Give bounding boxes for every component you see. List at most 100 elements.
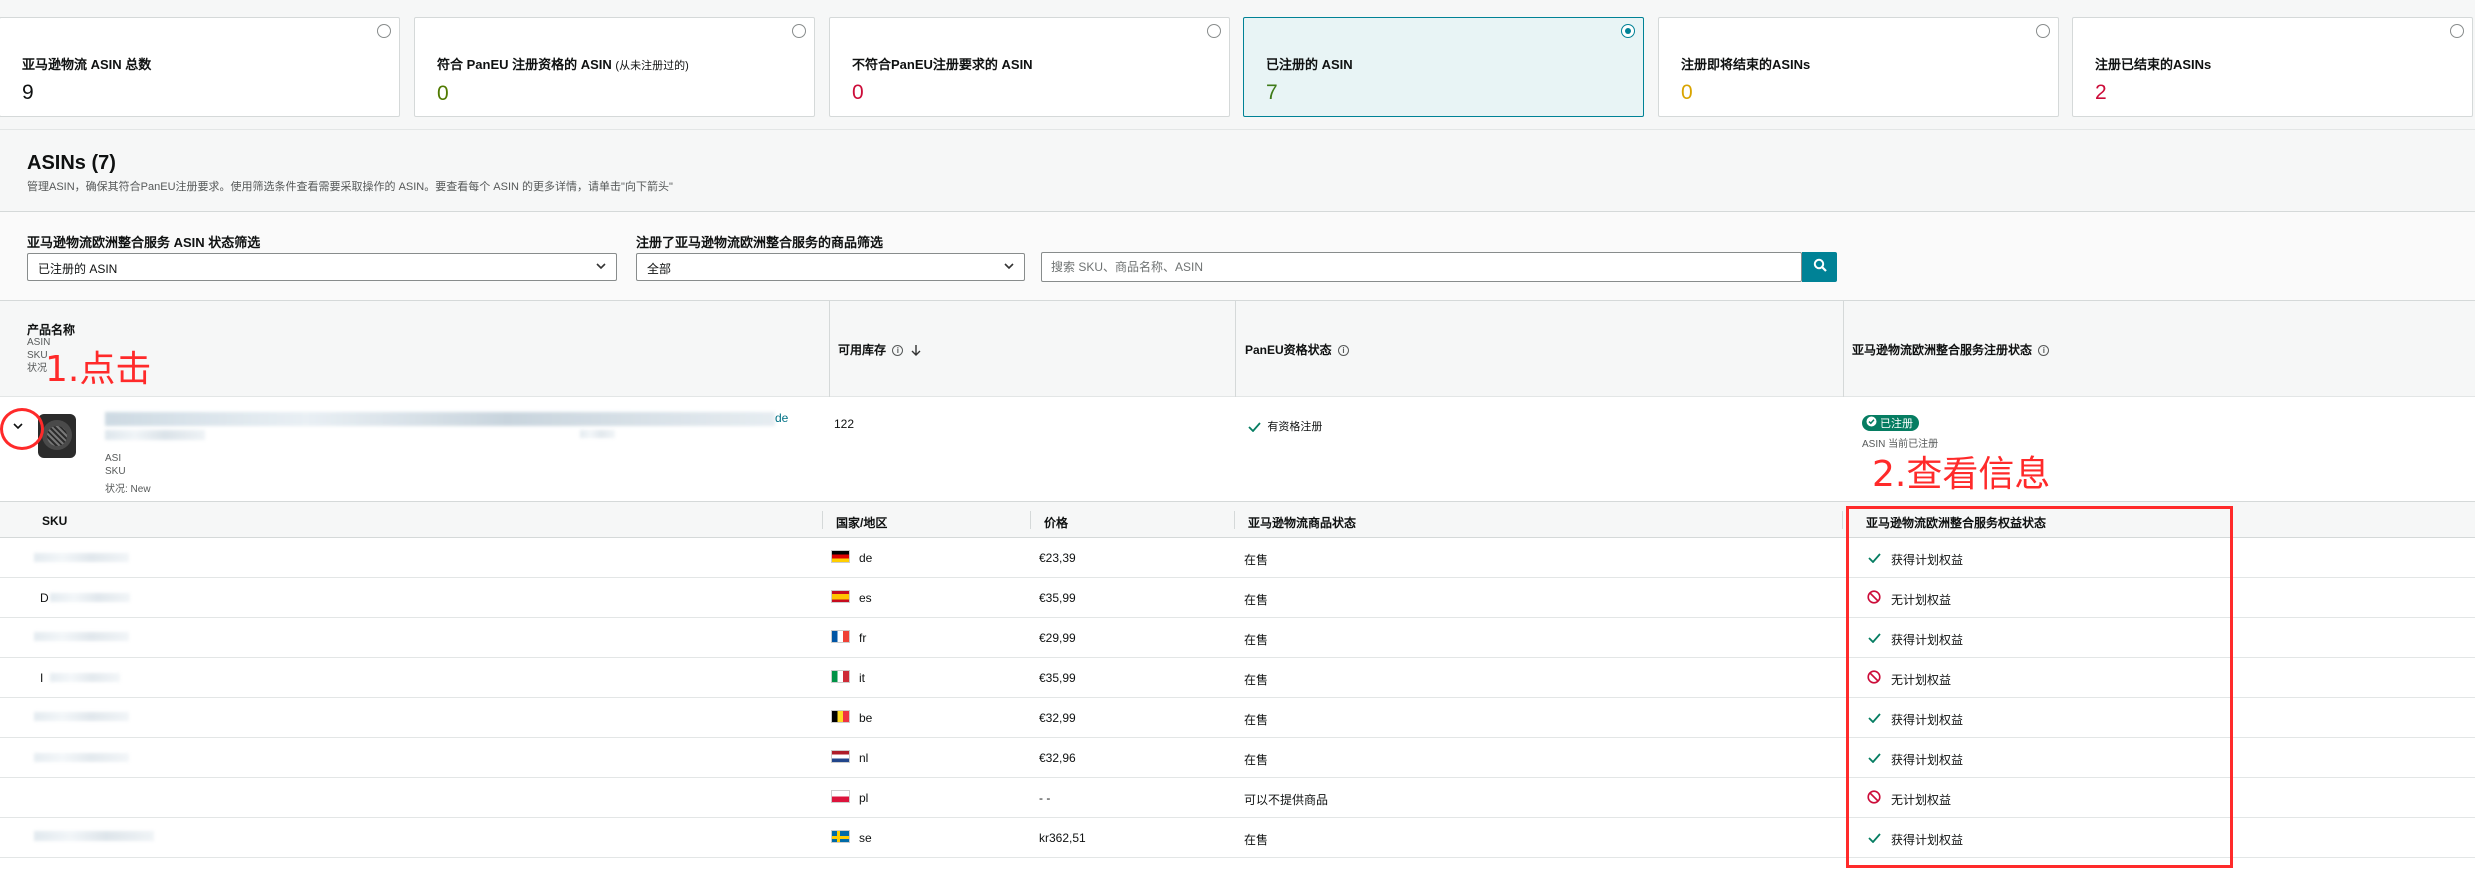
sort-down-arrow-icon[interactable]: [907, 343, 921, 357]
summary-cards-bar: 亚马逊物流 ASIN 总数 9 符合 PanEU 注册资格的 ASIN (从未注…: [0, 0, 2475, 130]
asins-section-header: ASINs (7) 管理ASIN，确保其符合PanEU注册要求。使用筛选条件查看…: [0, 130, 2475, 212]
row-country: fr: [859, 631, 867, 645]
flag-de-icon: [831, 550, 850, 563]
col-listing-status: 亚马逊物流商品状态: [1248, 516, 1357, 530]
row-listing-status: 在售: [1244, 553, 1269, 567]
column-divider: [1234, 511, 1235, 529]
row-listing-status: 在售: [1244, 633, 1269, 647]
col-available-stock-label: 可用库存: [838, 343, 887, 357]
flag-pl-icon: [831, 790, 850, 803]
card-value: 0: [437, 82, 449, 105]
product-filter-value: 全部: [647, 262, 672, 276]
col-available-stock[interactable]: 可用库存 i: [838, 341, 921, 358]
flag-it-icon: [831, 670, 850, 683]
row-country: nl: [859, 751, 869, 765]
info-icon[interactable]: i: [2038, 345, 2050, 357]
product-stock: 122: [834, 417, 855, 431]
card-radio[interactable]: [792, 24, 806, 38]
asin-table-header: 产品名称 ASIN SKU 状况 可用库存 i PanEU资格状态 i 亚马逊物…: [0, 301, 2475, 397]
row-price: €35,99: [1039, 671, 1076, 685]
sku-redacted: [50, 593, 130, 602]
card-radio[interactable]: [377, 24, 391, 38]
chevron-down-icon: [596, 260, 606, 274]
annotation-step2: 2.查看信息: [1872, 454, 2051, 495]
status-filter-label: 亚马逊物流欧洲整合服务 ASIN 状态筛选: [27, 235, 261, 250]
card-value: 9: [22, 81, 34, 104]
card-label: 已注册的 ASIN: [1266, 57, 1353, 72]
col-paneu-status: PanEU资格状态 i: [1245, 341, 1350, 358]
column-divider: [1030, 511, 1031, 529]
card-label: 亚马逊物流 ASIN 总数: [22, 57, 152, 72]
card-ended-asins[interactable]: 注册已结束的ASINs 2: [2072, 17, 2473, 117]
col-paneu-status-label: PanEU资格状态: [1245, 343, 1332, 357]
row-country: es: [859, 591, 872, 605]
checkmark-icon: [1248, 419, 1264, 433]
row-price: €23,39: [1039, 551, 1076, 565]
card-value: 7: [1266, 81, 1278, 104]
card-eligible-asins[interactable]: 符合 PanEU 注册资格的 ASIN (从未注册过的) 0: [414, 17, 815, 117]
column-divider: [1842, 511, 1843, 529]
product-filter-select[interactable]: 全部: [636, 253, 1025, 281]
column-divider: [829, 301, 830, 397]
product-thumbnail[interactable]: [38, 414, 76, 458]
row-price: - -: [1039, 791, 1051, 805]
card-total-asins[interactable]: 亚马逊物流 ASIN 总数 9: [0, 17, 400, 117]
product-link-redacted: [580, 430, 615, 438]
card-radio[interactable]: [2450, 24, 2464, 38]
row-listing-status: 在售: [1244, 673, 1269, 687]
info-icon[interactable]: i: [1338, 345, 1350, 357]
column-divider: [822, 511, 823, 529]
card-radio[interactable]: [2036, 24, 2050, 38]
row-country: se: [859, 831, 872, 845]
info-icon[interactable]: i: [892, 345, 904, 357]
card-label: 符合 PanEU 注册资格的 ASIN: [437, 57, 612, 72]
column-divider: [1843, 301, 1844, 397]
flag-nl-icon: [831, 750, 850, 763]
asins-description: 管理ASIN，确保其符合PanEU注册要求。使用筛选条件查看需要采取操作的 AS…: [27, 181, 673, 193]
row-listing-status: 在售: [1244, 713, 1269, 727]
flag-es-icon: [831, 590, 850, 603]
card-radio[interactable]: [1207, 24, 1221, 38]
col-product-sub-condition: 状况: [27, 363, 47, 374]
card-ending-asins[interactable]: 注册即将结束的ASINs 0: [1658, 17, 2059, 117]
card-value: 0: [852, 81, 864, 104]
product-condition: 状况: New: [105, 484, 151, 495]
row-country: it: [859, 671, 865, 685]
col-sku: SKU: [42, 514, 68, 528]
sku-redacted: [34, 553, 129, 562]
card-enrolled-asins[interactable]: 已注册的 ASIN 7: [1243, 17, 1644, 117]
product-subtitle-redacted: [105, 430, 205, 440]
row-price: €29,99: [1039, 631, 1076, 645]
paneu-status-text: 有资格注册: [1267, 421, 1323, 433]
flag-se-icon: [831, 830, 850, 843]
annotation-highlight-box: [1846, 506, 2233, 868]
flag-fr-icon: [831, 630, 850, 643]
product-filter-label: 注册了亚马逊物流欧洲整合服务的商品筛选: [636, 235, 884, 250]
row-country: pl: [859, 791, 869, 805]
card-label: 不符合PanEU注册要求的 ASIN: [852, 57, 1033, 72]
row-price: €32,99: [1039, 711, 1076, 725]
product-title-link[interactable]: de: [775, 411, 788, 425]
sku-redacted: [34, 632, 129, 641]
row-country: be: [859, 711, 873, 725]
card-label: 注册即将结束的ASINs: [1681, 57, 1811, 72]
status-filter-select[interactable]: 已注册的 ASIN: [27, 253, 617, 281]
search-input[interactable]: [1041, 252, 1802, 282]
check-circle-icon: [1866, 416, 1877, 430]
product-title-redacted: [105, 412, 775, 426]
col-enrollment-status: 亚马逊物流欧洲整合服务注册状态 i: [1852, 341, 2050, 358]
card-ineligible-asins[interactable]: 不符合PanEU注册要求的 ASIN 0: [829, 17, 1230, 117]
row-price: €32,96: [1039, 751, 1076, 765]
status-filter-value: 已注册的 ASIN: [38, 262, 118, 276]
row-listing-status: 在售: [1244, 753, 1269, 767]
asins-title: ASINs (7): [27, 152, 116, 174]
enrolled-status-text: 已注册: [1880, 418, 1913, 430]
card-note: (从未注册过的): [615, 60, 689, 72]
search-button[interactable]: [1802, 252, 1837, 282]
card-label: 注册已结束的ASINs: [2095, 57, 2212, 72]
sku-redacted: [34, 712, 129, 721]
card-radio-selected[interactable]: [1621, 24, 1635, 38]
product-sku: SKU: [105, 466, 126, 477]
row-sku: D: [40, 591, 49, 605]
row-listing-status: 可以不提供商品: [1244, 793, 1329, 807]
